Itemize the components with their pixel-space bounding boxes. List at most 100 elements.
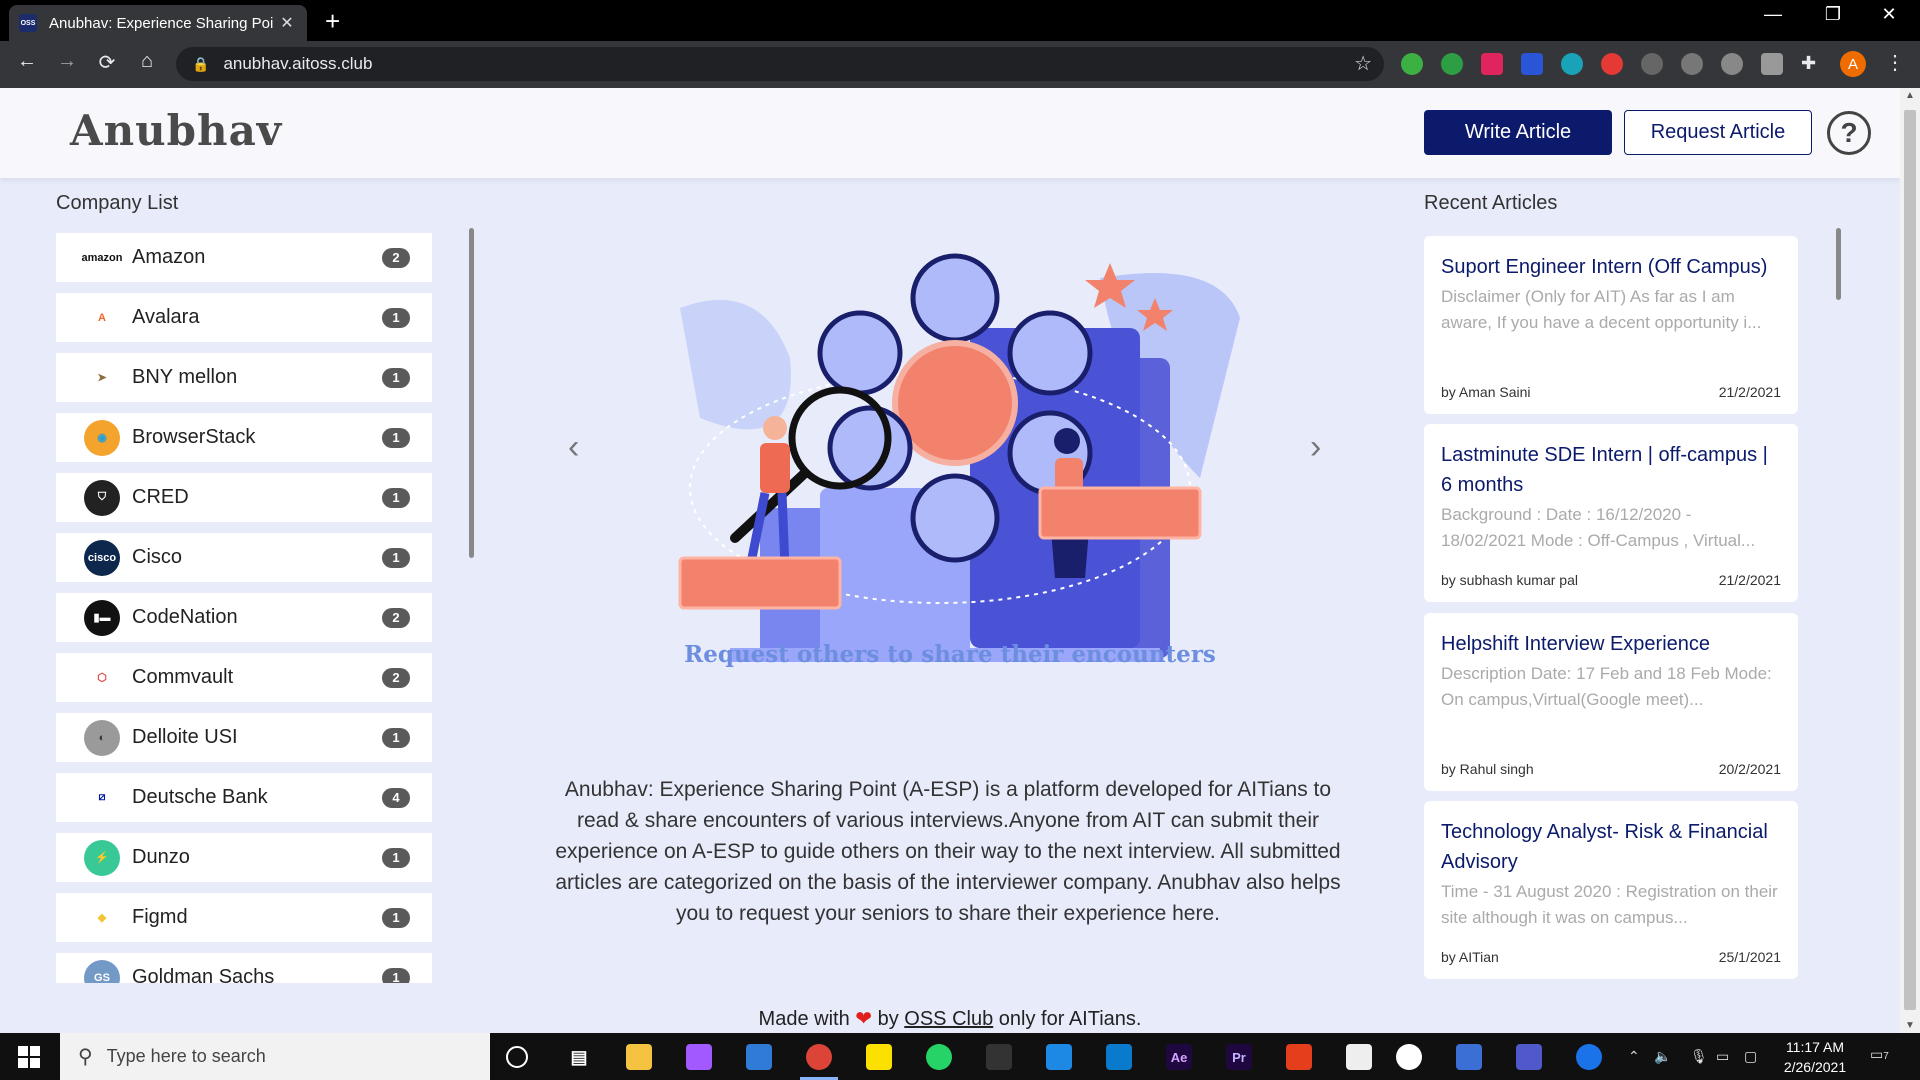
task-view-icon[interactable]: ▤	[566, 1044, 592, 1070]
forward-icon[interactable]: →	[52, 50, 82, 73]
company-article-count-badge: 1	[382, 967, 410, 983]
article-card[interactable]: Helpshift Interview Experience Descriptio…	[1424, 613, 1798, 791]
browser-tab[interactable]: OSS Anubhav: Experience Sharing Poi ✕	[9, 5, 307, 41]
profile-avatar[interactable]: A	[1840, 51, 1866, 77]
extension-add-icon[interactable]	[1401, 53, 1423, 75]
taskbar-search-box[interactable]: ⚲ Type here to search	[60, 1033, 490, 1080]
company-article-count-badge: 1	[382, 547, 410, 568]
company-item[interactable]: ⚡ Dunzo 1	[56, 833, 432, 882]
company-item[interactable]: ⛉ CRED 1	[56, 473, 432, 522]
after-effects-icon[interactable]: Ae	[1166, 1044, 1192, 1070]
file-explorer-icon[interactable]	[626, 1044, 652, 1070]
extension-hand-icon[interactable]	[1601, 53, 1623, 75]
article-author: by Aman Saini	[1441, 384, 1531, 400]
articles-scrollbar[interactable]	[1836, 228, 1841, 300]
cortana-icon[interactable]	[506, 1046, 528, 1068]
whatsapp-icon[interactable]	[926, 1044, 952, 1070]
predator-icon[interactable]	[986, 1044, 1012, 1070]
company-list-scrollbar[interactable]	[469, 228, 474, 558]
request-article-button[interactable]: Request Article	[1624, 110, 1812, 155]
company-list[interactable]: amazon Amazon 2 A Avalara 1 ➤ BNY mellon 1 ◉ Brows…	[56, 233, 432, 983]
extension-bottle-icon[interactable]	[1681, 53, 1703, 75]
article-card[interactable]: Lastminute SDE Intern | off-campus | 6 m…	[1424, 424, 1798, 602]
company-item[interactable]: ◉ BrowserStack 1	[56, 413, 432, 462]
page-scrollbar[interactable]: ▲ ▼	[1900, 88, 1920, 1033]
back-icon[interactable]: ←	[12, 50, 42, 73]
company-item[interactable]: ▮▬ CodeNation 2	[56, 593, 432, 642]
tab-close-icon[interactable]: ✕	[277, 13, 297, 33]
remote-desktop-icon[interactable]	[1456, 1044, 1482, 1070]
figma-icon[interactable]	[686, 1044, 712, 1070]
carousel-prev-icon[interactable]: ‹	[568, 428, 579, 467]
battery-icon[interactable]: ▭	[1716, 1048, 1729, 1065]
company-item[interactable]: ➤ BNY mellon 1	[56, 353, 432, 402]
company-item[interactable]: ⧄ Deutsche Bank 4	[56, 773, 432, 822]
company-item[interactable]: ◆ Figmd 1	[56, 893, 432, 942]
company-logo-icon: ⬡	[84, 659, 120, 696]
article-card[interactable]: Technology Analyst- Risk & Financial Adv…	[1424, 801, 1798, 979]
minimize-icon[interactable]: —	[1750, 4, 1796, 25]
extensions-puzzle-icon[interactable]: ✚	[1801, 53, 1823, 75]
company-logo-icon: GS	[84, 959, 120, 983]
extension-screen-icon[interactable]	[1521, 53, 1543, 75]
sticky-notes-icon[interactable]	[866, 1044, 892, 1070]
store-icon[interactable]	[1346, 1044, 1372, 1070]
article-title[interactable]: Lastminute SDE Intern | off-campus | 6 m…	[1441, 440, 1781, 500]
vscode-icon[interactable]	[1106, 1044, 1132, 1070]
extension-shield-icon[interactable]	[1721, 53, 1743, 75]
taskbar-app-icon[interactable]	[1396, 1044, 1422, 1070]
url-text: anubhav.aitoss.club	[223, 54, 373, 73]
security-icon[interactable]	[1576, 1044, 1602, 1070]
scroll-up-icon[interactable]: ▲	[1905, 90, 1915, 101]
microphone-icon[interactable]: 🎙	[1690, 1048, 1708, 1065]
chrome-icon[interactable]	[806, 1044, 832, 1070]
notifications-icon[interactable]: ▭7	[1870, 1046, 1889, 1063]
home-icon[interactable]: ⌂	[132, 50, 162, 73]
page-scrollbar-thumb[interactable]	[1904, 110, 1916, 1010]
extension-react-icon[interactable]	[1561, 53, 1583, 75]
teams-icon[interactable]	[1516, 1044, 1542, 1070]
company-item[interactable]: cisco Cisco 1	[56, 533, 432, 582]
carousel-next-icon[interactable]: ›	[1310, 428, 1321, 467]
photos-icon[interactable]	[1046, 1044, 1072, 1070]
help-icon[interactable]: ?	[1827, 111, 1871, 155]
company-list-title: Company List	[56, 192, 179, 214]
extension-video-icon[interactable]	[1481, 53, 1503, 75]
company-item[interactable]: GS Goldman Sachs 1	[56, 953, 432, 983]
company-item[interactable]: A Avalara 1	[56, 293, 432, 342]
write-article-button[interactable]: Write Article	[1424, 110, 1612, 155]
site-logo[interactable]: Anubhav	[70, 106, 282, 155]
reload-icon[interactable]: ⟳	[92, 50, 122, 75]
article-excerpt: Time - 31 August 2020 : Registration on …	[1441, 882, 1778, 927]
company-item[interactable]: ◐ Delloite USI 1	[56, 713, 432, 762]
article-title[interactable]: Helpshift Interview Experience	[1441, 629, 1781, 659]
oss-club-link[interactable]: OSS Club	[904, 1008, 993, 1030]
recent-articles-list[interactable]: Suport Engineer Intern (Off Campus) Discl…	[1424, 236, 1798, 996]
bookmark-star-icon[interactable]: ☆	[1354, 51, 1372, 76]
company-name: BrowserStack	[132, 426, 256, 448]
browser-menu-icon[interactable]: ⋮	[1885, 50, 1905, 75]
window-close-icon[interactable]: ✕	[1866, 4, 1912, 25]
network-icon[interactable]: ▢	[1744, 1048, 1757, 1065]
page: Anubhav Write Article Request Article ? …	[0, 88, 1900, 1033]
company-logo-icon: ◉	[84, 419, 120, 456]
extension-x-icon[interactable]	[1761, 53, 1783, 75]
company-item[interactable]: amazon Amazon 2	[56, 233, 432, 282]
scroll-down-icon[interactable]: ▼	[1905, 1020, 1915, 1031]
company-item[interactable]: ⬡ Commvault 2	[56, 653, 432, 702]
mail-icon[interactable]	[746, 1044, 772, 1070]
extension-grammarly-icon[interactable]	[1441, 53, 1463, 75]
volume-icon[interactable]: 🔈	[1654, 1048, 1671, 1065]
new-tab-icon[interactable]: +	[325, 6, 340, 37]
address-bar[interactable]: 🔒 anubhav.aitoss.club ☆	[176, 47, 1384, 81]
restore-icon[interactable]: ❐	[1810, 4, 1856, 25]
extension-cloud-icon[interactable]	[1641, 53, 1663, 75]
office-icon[interactable]	[1286, 1044, 1312, 1070]
article-title[interactable]: Technology Analyst- Risk & Financial Adv…	[1441, 817, 1781, 877]
premiere-pro-icon[interactable]: Pr	[1226, 1044, 1252, 1070]
article-title[interactable]: Suport Engineer Intern (Off Campus)	[1441, 252, 1781, 282]
windows-start-icon[interactable]	[18, 1046, 40, 1068]
tray-chevron-icon[interactable]: ⌃	[1628, 1048, 1640, 1065]
article-card[interactable]: Suport Engineer Intern (Off Campus) Discl…	[1424, 236, 1798, 414]
taskbar-clock[interactable]: 11:17 AM 2/26/2021	[1770, 1037, 1860, 1077]
